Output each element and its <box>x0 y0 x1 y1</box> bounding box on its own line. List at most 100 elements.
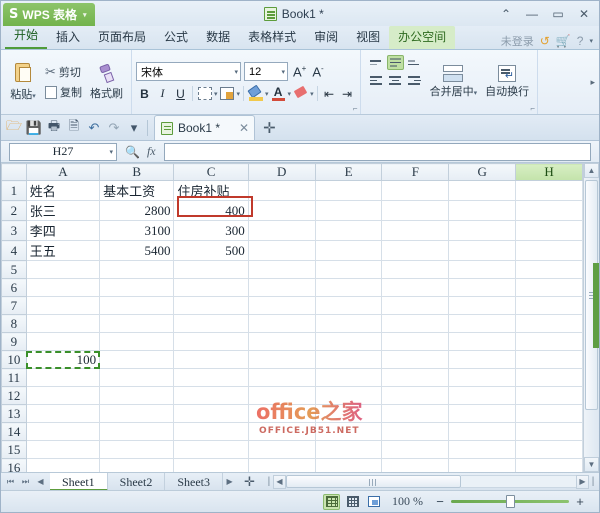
cell-d7[interactable] <box>247 296 316 315</box>
cell-h15[interactable] <box>515 440 583 459</box>
add-sheet-button[interactable]: ✛ <box>236 474 263 490</box>
cell-f11[interactable] <box>381 368 450 387</box>
cell-e15[interactable] <box>314 440 383 459</box>
ribbon-overflow-button[interactable]: ▸ <box>586 50 599 114</box>
cell-b15[interactable] <box>99 440 175 459</box>
cell-e7[interactable] <box>314 296 383 315</box>
cell-h4[interactable] <box>515 240 583 261</box>
cell-e16[interactable] <box>314 458 383 472</box>
cell-e9[interactable] <box>314 332 383 351</box>
font-size-combobox[interactable]: 12 ▾ <box>244 62 288 81</box>
cell-d4[interactable] <box>247 240 316 261</box>
cell-c13[interactable] <box>173 404 249 423</box>
cell-h9[interactable] <box>515 332 583 351</box>
cell-f6[interactable] <box>381 278 450 297</box>
formula-input[interactable] <box>163 142 591 161</box>
save-button[interactable]: 💾 <box>24 118 44 138</box>
cell-a10[interactable]: 100 <box>25 350 101 369</box>
cell-h14[interactable] <box>515 422 583 441</box>
sheet-tab-sheet2[interactable]: Sheet2 <box>108 472 166 491</box>
row-header-10[interactable]: 10 <box>1 350 27 369</box>
cell-g14[interactable] <box>448 422 517 441</box>
row-header-3[interactable]: 3 <box>1 220 27 241</box>
row-header-5[interactable]: 5 <box>1 260 27 279</box>
row-header-16[interactable]: 16 <box>1 458 27 472</box>
decrease-indent-button[interactable]: ⇤ <box>321 85 338 102</box>
table-row[interactable]: 6 <box>1 278 583 297</box>
horizontal-scrollbar[interactable]: | ◀ ▶ | <box>265 474 597 489</box>
font-dialog-launcher[interactable]: ⌐ <box>353 104 358 113</box>
table-row[interactable]: 8 <box>1 314 583 333</box>
font-color-chevron-down-icon[interactable]: ▾ <box>288 90 292 98</box>
cell-g11[interactable] <box>448 368 517 387</box>
open-button[interactable]: 🗁 <box>4 118 24 138</box>
tab-insert[interactable]: 插入 <box>47 26 89 49</box>
cell-b7[interactable] <box>99 296 175 315</box>
cell-f12[interactable] <box>381 386 450 405</box>
cell-h6[interactable] <box>515 278 583 297</box>
font-name-combobox[interactable]: 宋体 ▾ <box>136 62 241 81</box>
cell-h5[interactable] <box>515 260 583 279</box>
font-name-chevron-down-icon[interactable]: ▾ <box>234 68 238 76</box>
table-row[interactable]: 5 <box>1 260 583 279</box>
cell-c1[interactable]: 住房补贴 <box>173 180 249 201</box>
column-header-b[interactable]: B <box>99 163 175 181</box>
tab-table-styles[interactable]: 表格样式 <box>239 26 305 49</box>
align-bottom-button[interactable] <box>406 55 423 70</box>
paste-chevron-down-icon[interactable]: ▾ <box>32 93 36 100</box>
merge-chevron-down-icon[interactable]: ▾ <box>474 90 478 97</box>
cell-h3[interactable] <box>515 220 583 241</box>
cell-c8[interactable] <box>173 314 249 333</box>
cell-b2[interactable]: 2800 <box>99 200 175 221</box>
cell-b12[interactable] <box>99 386 175 405</box>
table-row[interactable]: 13 <box>1 404 583 423</box>
cell-b5[interactable] <box>99 260 175 279</box>
italic-button[interactable]: I <box>154 85 171 102</box>
tab-view[interactable]: 视图 <box>347 26 389 49</box>
row-header-4[interactable]: 4 <box>1 240 27 261</box>
table-row[interactable]: 10 100 <box>1 350 583 369</box>
cell-e3[interactable] <box>314 220 383 241</box>
tab-page-layout[interactable]: 页面布局 <box>89 26 155 49</box>
cell-c9[interactable] <box>173 332 249 351</box>
cell-e2[interactable] <box>314 200 383 221</box>
tab-formulas[interactable]: 公式 <box>155 26 197 49</box>
close-document-icon[interactable]: ✕ <box>239 121 249 135</box>
cell-h1[interactable] <box>515 180 583 201</box>
cell-a2[interactable]: 张三 <box>25 200 101 221</box>
cell-g16[interactable] <box>448 458 517 472</box>
copy-button[interactable]: 复制 <box>41 83 86 101</box>
table-row[interactable]: 11 <box>1 368 583 387</box>
cell-c5[interactable] <box>173 260 249 279</box>
cut-button[interactable]: ✂ 剪切 <box>41 63 86 81</box>
grid-viewport[interactable]: A B C D E F G H 1 姓名 基本工资 住房补贴 2 张三 2800… <box>1 163 583 472</box>
cell-g10[interactable] <box>448 350 517 369</box>
cell-b1[interactable]: 基本工资 <box>99 180 175 201</box>
zoom-level-label[interactable]: 100 % <box>386 494 429 509</box>
table-row[interactable]: 1 姓名 基本工资 住房补贴 <box>1 180 583 201</box>
cell-d8[interactable] <box>247 314 316 333</box>
cell-style-button[interactable] <box>219 85 236 102</box>
column-header-f[interactable]: F <box>381 163 450 181</box>
cell-a1[interactable]: 姓名 <box>25 180 101 201</box>
cell-f13[interactable] <box>381 404 450 423</box>
table-row[interactable]: 15 <box>1 440 583 459</box>
first-sheet-button[interactable]: ⏮ <box>4 475 17 489</box>
login-status-label[interactable]: 未登录 <box>501 33 534 49</box>
cell-d13[interactable] <box>247 404 316 423</box>
cell-e11[interactable] <box>314 368 383 387</box>
row-header-13[interactable]: 13 <box>1 404 27 423</box>
cell-f2[interactable] <box>381 200 450 221</box>
cell-d10[interactable] <box>247 350 316 369</box>
fill-color-chevron-down-icon[interactable]: ▾ <box>265 90 269 98</box>
column-header-h[interactable]: H <box>515 163 583 181</box>
chevron-down-icon[interactable]: ▾ <box>83 11 87 19</box>
cell-d11[interactable] <box>247 368 316 387</box>
row-header-6[interactable]: 6 <box>1 278 27 297</box>
collapse-ribbon-button[interactable]: ⌃ <box>493 3 519 25</box>
cell-g13[interactable] <box>448 404 517 423</box>
font-size-chevron-down-icon[interactable]: ▾ <box>281 68 285 76</box>
name-box-chevron-down-icon[interactable]: ▾ <box>109 148 113 156</box>
align-right-button[interactable] <box>406 73 423 88</box>
increase-indent-button[interactable]: ⇥ <box>339 85 356 102</box>
